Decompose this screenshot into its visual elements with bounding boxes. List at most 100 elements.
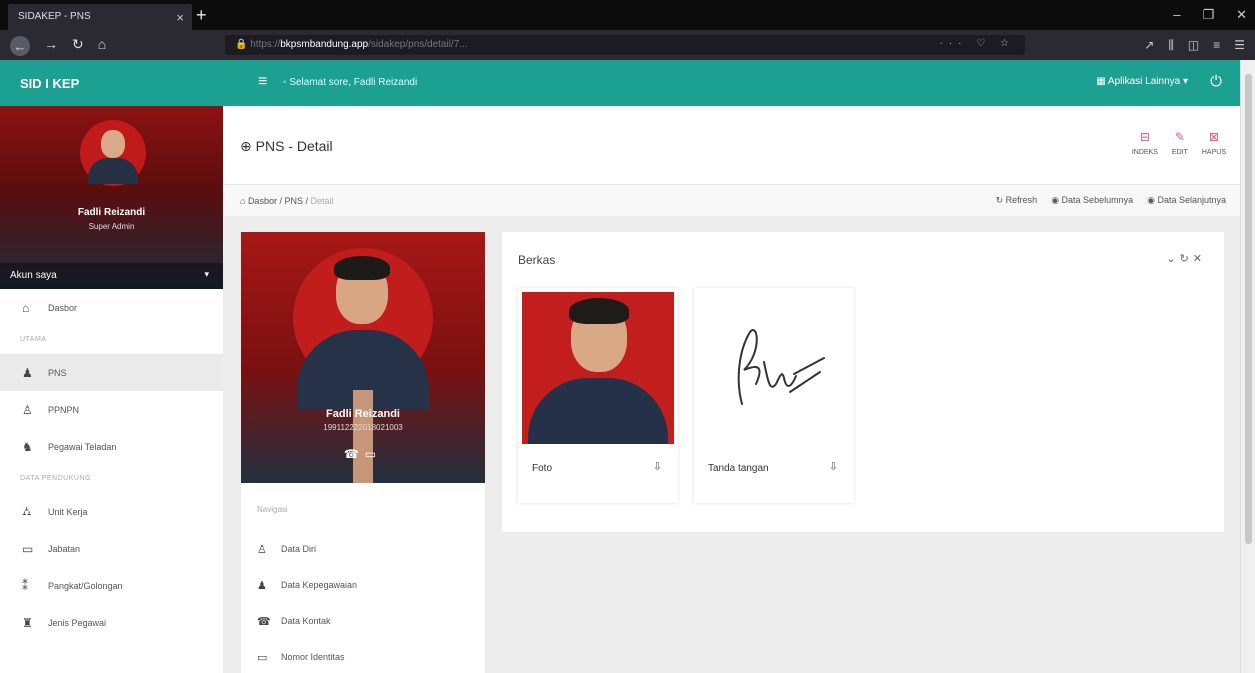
new-tab-icon[interactable]: + bbox=[196, 5, 207, 26]
menu-icon[interactable]: ☰ bbox=[1234, 38, 1245, 53]
reload-icon[interactable]: ↻ bbox=[72, 36, 84, 56]
phone-icon[interactable]: ☎ bbox=[344, 447, 365, 461]
prev-label: Data Sebelumnya bbox=[1061, 195, 1134, 205]
photo-hair bbox=[334, 256, 390, 280]
download-icon[interactable]: ⇩ bbox=[829, 460, 838, 473]
sidebar-item-jabatan[interactable]: ▭ Jabatan bbox=[0, 530, 223, 567]
greeting-text: ◦ Selamat sore, Fadli Reizandi bbox=[283, 77, 418, 88]
phone-icon: ☎ bbox=[257, 615, 271, 628]
photo-neck bbox=[353, 390, 373, 483]
file-label: Tanda tangan bbox=[708, 463, 769, 474]
sidebar-item-jenis-pegawai[interactable]: ♜ Jenis Pegawai bbox=[0, 604, 223, 641]
prev-record-button[interactable]: ◉ Data Sebelumnya bbox=[1051, 195, 1133, 206]
power-icon[interactable]: ⏻ bbox=[1210, 73, 1222, 90]
sidebar-item-label: Jabatan bbox=[48, 543, 81, 554]
reader-icon[interactable]: ≡ bbox=[1213, 38, 1220, 53]
caret-down-icon: ▾ bbox=[204, 269, 209, 279]
forward-icon[interactable]: → bbox=[44, 36, 58, 56]
scrollbar-thumb[interactable] bbox=[1245, 74, 1252, 544]
collapse-icon[interactable]: ⌄ bbox=[1166, 253, 1179, 265]
sidebar-item-label: Pegawai Teladan bbox=[48, 441, 117, 452]
close-icon[interactable]: ✕ bbox=[1193, 253, 1206, 265]
apps-menu[interactable]: ▦ Aplikasi Lainnya ▾ bbox=[1096, 76, 1188, 87]
page-header: ⊕ PNS - Detail ⊟ INDEKS ✎ EDIT ⊠ HAPUS bbox=[224, 106, 1240, 184]
next-icon: ◉ bbox=[1147, 195, 1158, 205]
sidebar-profile-role: Super Admin bbox=[88, 222, 135, 231]
user-star-icon: ♞ bbox=[22, 439, 33, 454]
profile-name: Fadli Reizandi bbox=[326, 408, 400, 420]
sidebar-item-pns[interactable]: ♟ PNS bbox=[0, 354, 223, 391]
sidebar-profile-name: Fadli Reizandi bbox=[77, 207, 146, 218]
nav-item-label: Data Diri bbox=[281, 544, 317, 554]
hamburger-icon[interactable]: ≡ bbox=[258, 73, 267, 91]
tab-close-icon[interactable]: × bbox=[176, 10, 184, 25]
maximize-icon[interactable]: ❐ bbox=[1202, 7, 1214, 23]
nav-item-label: Data Kepegawaian bbox=[281, 580, 358, 590]
edit-button[interactable]: ✎ EDIT bbox=[1172, 130, 1188, 156]
next-record-button[interactable]: ◉ Data Selanjutnya bbox=[1147, 195, 1226, 206]
browser-tools: ↗ ⫼ ◫ ≡ ☰ bbox=[1144, 38, 1245, 53]
grid-icon: ▦ bbox=[1096, 76, 1108, 87]
browser-tabbar: SIDAKEP - PNS × + – ❐ ✕ bbox=[0, 0, 1255, 30]
berkas-panel: Berkas ⌄↻✕ Foto ⇩ Tanda tangan ⇩ bbox=[502, 232, 1224, 532]
sidebar-item-ppnpn[interactable]: ♙ PPNPN bbox=[0, 391, 223, 428]
sidebar-item-pangkat-golongan[interactable]: ⁑ Pangkat/Golongan bbox=[0, 567, 223, 604]
account-menu[interactable]: Akun saya ▾ bbox=[0, 263, 223, 289]
sidebar-item-unit-kerja[interactable]: ⛼ Unit Kerja bbox=[0, 493, 223, 530]
sidebar-item-dasbor[interactable]: ⌂ Dasbor bbox=[0, 289, 223, 326]
edit-icon: ✎ bbox=[1174, 130, 1185, 144]
breadcrumb-home[interactable]: Dasbor bbox=[248, 196, 277, 206]
refresh-icon: ↻ bbox=[995, 195, 1006, 205]
download-icon[interactable]: ⇩ bbox=[653, 460, 662, 473]
sidebar-section-utama: UTAMA bbox=[20, 336, 47, 343]
minimize-icon[interactable]: – bbox=[1173, 7, 1180, 23]
address-bar-icons[interactable]: ··· ♡ ☆ bbox=[940, 38, 1015, 49]
close-window-icon[interactable]: ✕ bbox=[1236, 7, 1247, 23]
file-label: Foto bbox=[532, 463, 553, 474]
signature-thumbnail[interactable] bbox=[698, 292, 850, 444]
user-icon: ♙ bbox=[257, 543, 267, 556]
extension-icon[interactable]: ↗ bbox=[1144, 38, 1154, 53]
indeks-button[interactable]: ⊟ INDEKS bbox=[1132, 130, 1158, 156]
refresh-button[interactable]: ↻ Refresh bbox=[996, 195, 1038, 206]
page-actions: ⊟ INDEKS ✎ EDIT ⊠ HAPUS bbox=[1132, 130, 1226, 156]
thumb-hair bbox=[569, 298, 629, 324]
panel-controls: ⌄↻✕ bbox=[1166, 252, 1206, 265]
library-icon[interactable]: ⫼ bbox=[1168, 38, 1174, 53]
id-card-icon[interactable]: ▭ bbox=[365, 447, 382, 461]
thumb-body bbox=[528, 378, 668, 444]
user-tie-icon: ♟ bbox=[22, 365, 33, 380]
nav-nomor-identitas[interactable]: ▭ Nomor Identitas bbox=[241, 639, 485, 673]
home-icon[interactable]: ⌂ bbox=[98, 36, 106, 56]
reload-icon[interactable]: ↻ bbox=[1180, 253, 1193, 265]
sidebar-item-pegawai-teladan[interactable]: ♞ Pegawai Teladan bbox=[0, 428, 223, 465]
file-card-foto[interactable]: Foto ⇩ bbox=[518, 288, 678, 503]
sidebar-toggle-icon[interactable]: ◫ bbox=[1188, 38, 1199, 53]
nav-data-kontak[interactable]: ☎ Data Kontak bbox=[241, 603, 485, 639]
breadcrumb-bar: ⌂ Dasbor / PNS / Detail ↻ Refresh ◉ Data… bbox=[224, 184, 1240, 216]
back-icon[interactable]: ← bbox=[10, 36, 30, 56]
nav-data-kepegawaian[interactable]: ♟ Data Kepegawaian bbox=[241, 567, 485, 603]
address-bar[interactable]: 🔒 https://bkpsmbandung.app/sidakep/pns/d… bbox=[225, 35, 1025, 55]
browser-tab[interactable]: SIDAKEP - PNS × bbox=[8, 4, 192, 30]
breadcrumb-section[interactable]: PNS bbox=[284, 196, 303, 206]
hapus-button[interactable]: ⊠ HAPUS bbox=[1202, 130, 1226, 156]
apps-menu-label: Aplikasi Lainnya bbox=[1107, 76, 1181, 87]
page-scrollbar[interactable] bbox=[1240, 60, 1255, 673]
nav-item-label: Data Kontak bbox=[281, 616, 331, 626]
contact-icons: ☎▭ bbox=[241, 447, 485, 461]
foto-thumbnail[interactable] bbox=[522, 292, 674, 444]
sidebar: Fadli Reizandi Super Admin Akun saya ▾ ⌂… bbox=[0, 106, 223, 673]
id-card-icon: ▭ bbox=[257, 651, 268, 664]
brand-logo[interactable]: SID I KEP bbox=[20, 76, 79, 91]
account-label: Akun saya bbox=[10, 270, 57, 281]
greeting-label: Selamat sore, Fadli Reizandi bbox=[289, 77, 418, 88]
breadcrumb: ⌂ Dasbor / PNS / Detail bbox=[240, 196, 334, 206]
sidebar-item-label: PNS bbox=[48, 367, 67, 378]
id-card-icon: ▭ bbox=[22, 541, 34, 556]
url-scheme: https:// bbox=[250, 39, 281, 50]
page-title-text: PNS - Detail bbox=[255, 138, 333, 154]
profile-card: Fadli Reizandi 199112222018021003 ☎▭ Nav… bbox=[241, 232, 485, 673]
nav-data-diri[interactable]: ♙ Data Diri bbox=[241, 531, 485, 567]
file-card-tanda-tangan[interactable]: Tanda tangan ⇩ bbox=[694, 288, 854, 503]
